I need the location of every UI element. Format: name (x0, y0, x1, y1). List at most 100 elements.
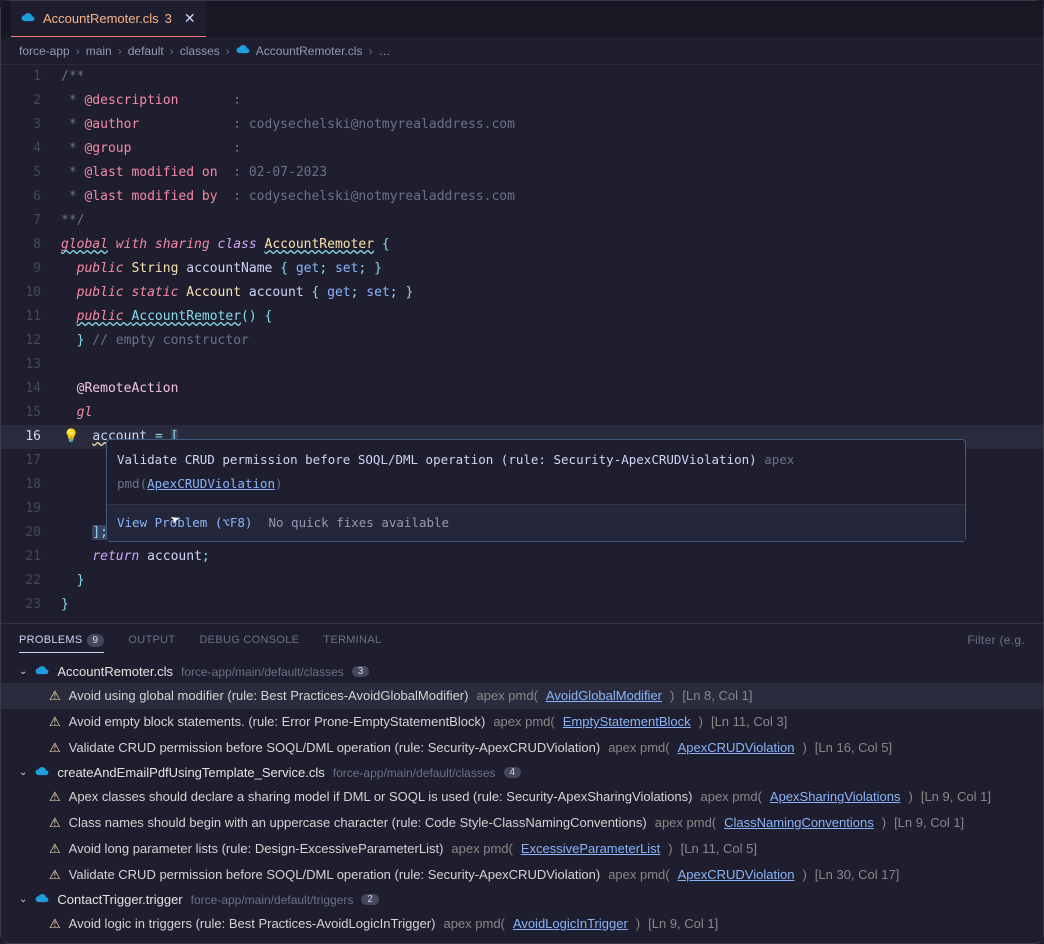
problem-file-header[interactable]: ⌄ createAndEmailPdfUsingTemplate_Service.… (1, 761, 1043, 784)
problem-location: [Ln 9, Col 1] (921, 786, 991, 808)
problem-source: apex pmd( (662, 939, 723, 941)
problem-rule-link[interactable]: AvoidLogicInTrigger (513, 913, 628, 935)
breadcrumb-item[interactable]: default (128, 44, 164, 58)
apex-cloud-icon (236, 42, 250, 59)
chevron-down-icon: ⌄ (19, 894, 27, 905)
breadcrumb-item[interactable]: force-app (19, 44, 70, 58)
warning-icon: ⚠ (49, 913, 61, 935)
breadcrumb-item[interactable]: main (86, 44, 112, 58)
apex-cloud-icon (21, 10, 35, 27)
problem-file-name: createAndEmailPdfUsingTemplate_Service.c… (57, 765, 324, 780)
problem-location: [Ln 30, Col 17] (815, 864, 900, 886)
problem-item[interactable]: ⚠ Avoid empty block statements. (rule: Er… (1, 709, 1043, 735)
editor-tab[interactable]: AccountRemoter.cls 3 ✕ (11, 1, 206, 37)
problem-source: apex pmd( (451, 838, 512, 860)
warning-icon: ⚠ (49, 864, 61, 886)
problem-text: Avoid directly accessing Trigger.old and… (69, 939, 655, 941)
problem-file-name: ContactTrigger.trigger (57, 892, 182, 907)
warning-icon: ⚠ (49, 939, 61, 941)
problems-count-badge: 9 (87, 634, 105, 647)
breadcrumb-item[interactable]: classes (180, 44, 220, 58)
problem-location: [Ln 16, Col 5] (815, 737, 892, 759)
apex-cloud-icon (35, 764, 49, 781)
chevron-down-icon: ⌄ (19, 767, 27, 778)
filter-input[interactable]: Filter (e.g. (967, 633, 1025, 647)
problem-source: apex pmd( (608, 737, 669, 759)
code-editor[interactable]: 1/** 2 * @description : 3 * @author : co… (1, 65, 1043, 623)
problem-rule-link[interactable]: ExcessiveParameterList (521, 838, 660, 860)
problem-item[interactable]: ⚠ Avoid long parameter lists (rule: Desig… (1, 836, 1043, 862)
problem-rule-link[interactable]: ApexSharingViolations (770, 786, 901, 808)
problem-source: apex pmd( (476, 685, 537, 707)
problem-rule-link[interactable]: ApexCRUDViolation (678, 737, 795, 759)
view-problem-link[interactable]: View Problem (⌥F8) (117, 511, 252, 535)
problem-text: Validate CRUD permission before SOQL/DML… (69, 864, 601, 886)
problem-location: [Ln 11, Col 3] (711, 711, 787, 733)
diagnostic-rule-link[interactable]: ApexCRUDViolation (147, 476, 275, 491)
problem-file-header[interactable]: ⌄AccountRemoter.clsforce-app/main/defaul… (1, 660, 1043, 683)
tab-problem-count: 3 (165, 11, 172, 26)
problem-text: Class names should begin with an upperca… (69, 812, 647, 834)
problem-item[interactable]: ⚠ Class names should begin with an upperc… (1, 810, 1043, 836)
problem-file-path: force-app/main/default/classes (181, 665, 344, 679)
problem-file-header[interactable]: ⌄ ContactTrigger.trigger force-app/main/de… (1, 888, 1043, 911)
tab-debug-console[interactable]: DEBUG CONSOLE (199, 634, 299, 646)
problem-item[interactable]: ⚠ Apex classes should declare a sharing m… (1, 784, 1043, 810)
tab-terminal[interactable]: TERMINAL (323, 634, 381, 646)
problem-item[interactable]: ⚠ Avoid directly accessing Trigger.old an… (1, 937, 1043, 941)
apex-cloud-icon (35, 663, 49, 680)
problem-source: apex pmd( (700, 786, 761, 808)
no-quick-fix-label: No quick fixes available (268, 511, 449, 535)
problem-file-count: 2 (361, 894, 379, 905)
warning-icon: ⚠ (49, 685, 61, 707)
close-icon[interactable]: ✕ (184, 10, 196, 27)
apex-cloud-icon (35, 891, 49, 908)
tab-problems[interactable]: PROBLEMS9 (19, 634, 104, 653)
breadcrumb[interactable]: force-app› main› default› classes› Accou… (1, 37, 1043, 65)
tab-filename: AccountRemoter.cls (43, 11, 159, 26)
problem-text: Apex classes should declare a sharing mo… (69, 786, 693, 808)
breadcrumb-item[interactable]: … (378, 44, 390, 58)
problem-item[interactable]: ⚠ Avoid logic in triggers (rule: Best Pra… (1, 911, 1043, 937)
problem-location: [Ln 9, Col 1] (648, 913, 718, 935)
problem-text: Avoid long parameter lists (rule: Design… (69, 838, 444, 860)
problem-location: [Ln 11, Col 5] (681, 838, 757, 860)
problem-item[interactable]: ⚠ Validate CRUD permission before SOQL/DM… (1, 862, 1043, 888)
panel-tab-bar: PROBLEMS9 OUTPUT DEBUG CONSOLE TERMINAL … (1, 624, 1043, 656)
problem-file-name: AccountRemoter.cls (57, 664, 173, 679)
problem-source: apex pmd( (608, 864, 669, 886)
problem-rule-link[interactable]: ClassNamingConventions (724, 812, 874, 834)
problem-source: apex pmd( (655, 812, 716, 834)
problem-text: Avoid logic in triggers (rule: Best Prac… (69, 913, 436, 935)
problem-location: [Ln 13, Col 9] (926, 939, 1003, 941)
warning-icon: ⚠ (49, 786, 61, 808)
problem-item[interactable]: ⚠ Avoid using global modifier (rule: Best… (1, 683, 1043, 709)
problem-file-path: force-app/main/default/classes (333, 766, 496, 780)
tab-bar: AccountRemoter.cls 3 ✕ (1, 1, 1043, 37)
bottom-panel: PROBLEMS9 OUTPUT DEBUG CONSOLE TERMINAL … (1, 623, 1043, 941)
problem-text: Avoid using global modifier (rule: Best … (69, 685, 469, 707)
problem-file-count: 4 (504, 767, 522, 778)
problem-file-count: 3 (352, 666, 370, 677)
problem-text: Validate CRUD permission before SOQL/DML… (69, 737, 601, 759)
problem-rule-link[interactable]: AvoidGlobalModifier (546, 685, 662, 707)
problem-location: [Ln 8, Col 1] (682, 685, 752, 707)
tab-output[interactable]: OUTPUT (128, 634, 175, 646)
diagnostic-message: Validate CRUD permission before SOQL/DML… (117, 452, 757, 467)
warning-icon: ⚠ (49, 711, 61, 733)
problem-item[interactable]: ⚠ Validate CRUD permission before SOQL/DM… (1, 735, 1043, 761)
warning-icon: ⚠ (49, 812, 61, 834)
warning-icon: ⚠ (49, 838, 61, 860)
problem-text: Avoid empty block statements. (rule: Err… (69, 711, 486, 733)
breadcrumb-item[interactable]: AccountRemoter.cls (256, 44, 363, 58)
warning-icon: ⚠ (49, 737, 61, 759)
problem-source: apex pmd( (493, 711, 554, 733)
problem-location: [Ln 9, Col 1] (894, 812, 964, 834)
diagnostic-hover: Validate CRUD permission before SOQL/DML… (106, 439, 966, 542)
problem-rule-link[interactable]: EmptyStatementBlock (563, 711, 691, 733)
problem-source: apex pmd( (443, 913, 504, 935)
problem-rule-link[interactable]: ApexCRUDViolation (678, 864, 795, 886)
problems-list[interactable]: ⌄ AccountRemoter.cls force-app/main/defaul… (1, 656, 1043, 941)
problem-rule-link[interactable]: AvoidDirectAccessTriggerMap (732, 939, 906, 941)
problem-file-path: force-app/main/default/triggers (191, 893, 354, 907)
